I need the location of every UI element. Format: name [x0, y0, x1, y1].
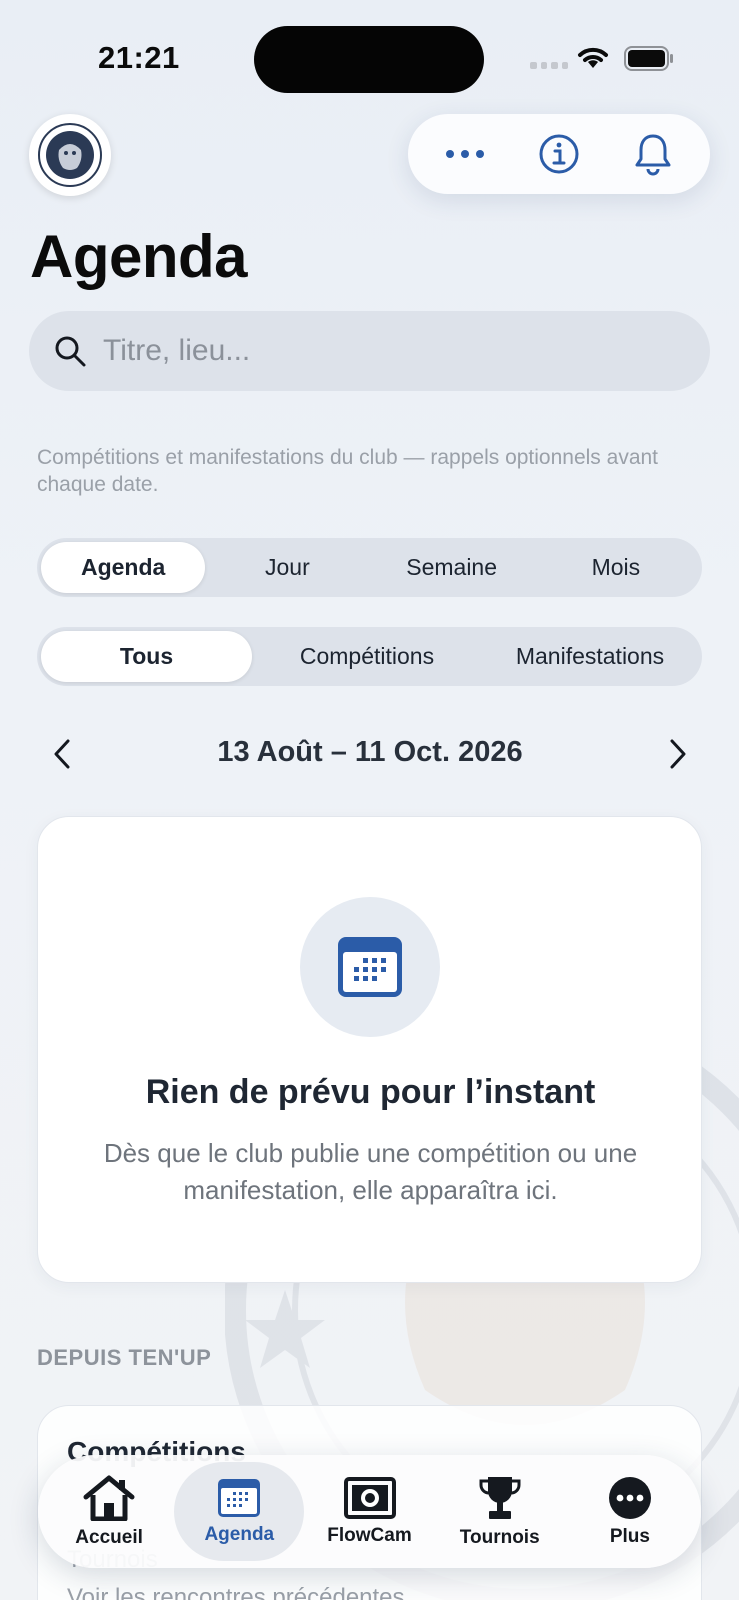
- calendar-icon: [338, 937, 402, 997]
- search-input[interactable]: [103, 334, 663, 368]
- notifications-button[interactable]: [623, 124, 683, 184]
- tabbar-item-plus[interactable]: Plus: [565, 1462, 695, 1561]
- tabbar-item-agenda[interactable]: Agenda: [174, 1462, 305, 1561]
- camera-icon: [343, 1476, 396, 1519]
- tab-semaine[interactable]: Semaine: [370, 542, 534, 593]
- previous-range-button[interactable]: [44, 734, 80, 774]
- page-title: Agenda: [30, 223, 248, 290]
- battery-icon: [624, 46, 673, 71]
- tabbar-item-flowcam[interactable]: FlowCam: [304, 1462, 434, 1561]
- date-range-label: 13 Août – 11 Oct. 2026: [217, 736, 523, 768]
- more-icon: [446, 150, 484, 158]
- dynamic-island: [254, 26, 484, 93]
- tenup-section-label: DEPUIS TEN'UP: [37, 1345, 212, 1370]
- empty-state-card: Rien de prévu pour l’instant Dès que le …: [37, 816, 702, 1283]
- tabbar-label: Accueil: [75, 1526, 143, 1548]
- search-bar[interactable]: [29, 311, 710, 391]
- tabbar-label: Tournois: [459, 1526, 540, 1548]
- home-icon: [83, 1475, 135, 1521]
- trophy-icon: [479, 1476, 521, 1519]
- tabbar-label: FlowCam: [327, 1524, 412, 1546]
- page-description: Compétitions et manifestations du club —…: [37, 446, 659, 496]
- tab-bar: Accueil Agenda FlowCam Tournois Plus: [38, 1455, 701, 1568]
- club-logo[interactable]: [29, 114, 111, 196]
- info-icon: [539, 134, 579, 174]
- tab-agenda[interactable]: Agenda: [41, 542, 206, 593]
- calendar-icon: [218, 1478, 261, 1517]
- filter-manifestations[interactable]: Manifestations: [482, 631, 698, 682]
- tabbar-item-accueil[interactable]: Accueil: [44, 1462, 174, 1561]
- bell-icon: [635, 134, 671, 176]
- filter-tous[interactable]: Tous: [41, 631, 252, 682]
- chevron-right-icon: [670, 739, 686, 769]
- more-button[interactable]: [435, 124, 495, 184]
- header-actions: [408, 114, 710, 194]
- cellular-signal-icon: [530, 62, 568, 70]
- wifi-icon: [578, 47, 608, 68]
- competitions-card-previous-link[interactable]: Voir les rencontres précédentes: [67, 1584, 405, 1600]
- club-logo-icon: [38, 123, 102, 187]
- search-icon: [55, 336, 86, 367]
- info-button[interactable]: [529, 124, 589, 184]
- tab-jour[interactable]: Jour: [205, 542, 369, 593]
- tabbar-label: Agenda: [204, 1523, 275, 1545]
- next-range-button[interactable]: [660, 734, 696, 774]
- filter-competitions[interactable]: Compétitions: [252, 631, 482, 682]
- chevron-left-icon: [54, 739, 70, 769]
- tabbar-item-tournois[interactable]: Tournois: [435, 1462, 565, 1561]
- more-icon: [608, 1476, 651, 1519]
- empty-state-icon-circle: [300, 897, 440, 1037]
- tabbar-label: Plus: [609, 1525, 650, 1547]
- empty-state-message: Dès que le club publie une compétition o…: [103, 1138, 638, 1205]
- view-segmented-control: Agenda Jour Semaine Mois: [37, 538, 702, 597]
- tab-mois[interactable]: Mois: [534, 542, 698, 593]
- empty-state-title: Rien de prévu pour l’instant: [145, 1073, 596, 1111]
- status-time: 21:21: [98, 40, 180, 75]
- filter-segmented-control: Tous Compétitions Manifestations: [37, 627, 702, 686]
